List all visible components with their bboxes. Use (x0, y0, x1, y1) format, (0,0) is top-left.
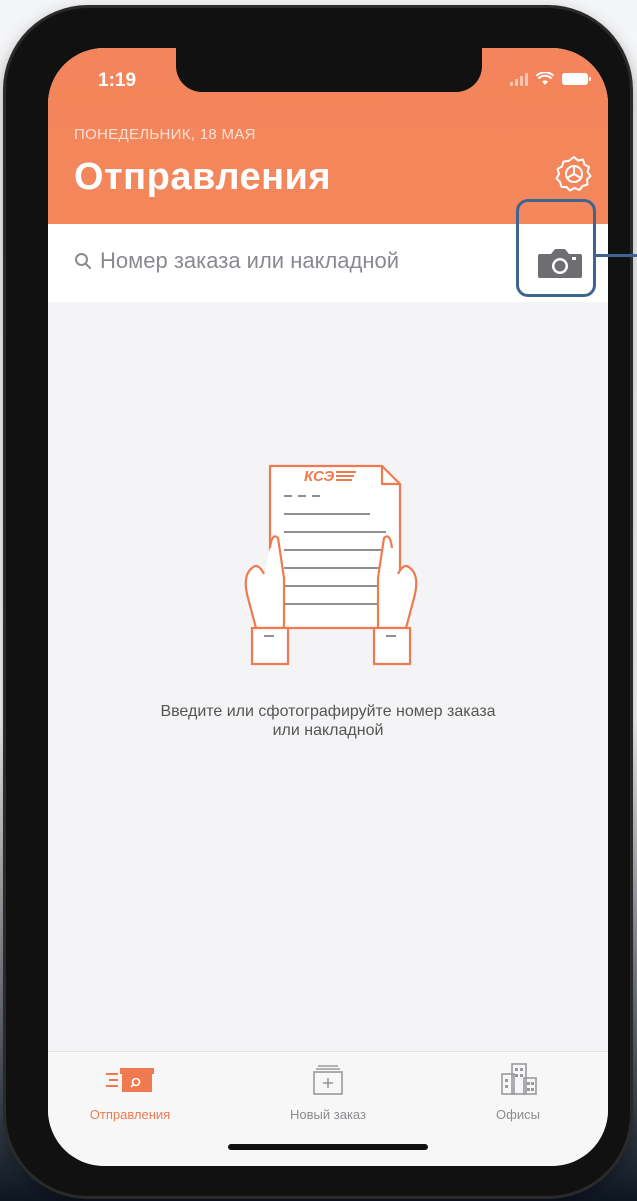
highlight-pointer-line (596, 254, 637, 257)
gear-icon (555, 156, 592, 192)
document-hands-illustration: КСЭ (244, 464, 418, 666)
empty-state-text: Введите или сфотографируйте номер заказа… (88, 702, 568, 740)
notch (176, 48, 482, 92)
tab-label: Офисы (496, 1107, 540, 1122)
tab-new-order[interactable]: Новый заказ (258, 1062, 398, 1136)
buildings-icon (501, 1063, 537, 1095)
doc-logo: КСЭ (304, 468, 334, 485)
search-input[interactable]: Номер заказа или накладной (64, 238, 514, 284)
tab-label: Отправления (89, 1107, 171, 1122)
settings-button[interactable] (554, 154, 594, 194)
empty-state-line-1: Введите или сфотографируйте номер заказа (160, 703, 496, 720)
tab-offices[interactable]: Офисы (448, 1062, 588, 1136)
tab-shipments[interactable]: Отправления (60, 1062, 200, 1136)
phone-frame: 1:19 ПОНЕДЕЛЬНИК, 18 МАЯ Отправления Ном… (6, 8, 630, 1196)
parcel-search-icon (106, 1068, 154, 1092)
wifi-icon (536, 72, 554, 85)
header-date: ПОНЕДЕЛЬНИК, 18 МАЯ (74, 126, 256, 143)
page-title: Отправления (74, 156, 332, 198)
camera-highlight-frame (516, 199, 596, 297)
new-box-icon (313, 1065, 343, 1095)
search-placeholder: Номер заказа или накладной (100, 248, 400, 273)
status-time: 1:19 (98, 70, 137, 91)
home-indicator (228, 1144, 428, 1150)
tab-label: Новый заказ (290, 1107, 366, 1122)
signal-icon (510, 72, 528, 86)
search-icon (75, 253, 91, 269)
battery-icon (562, 73, 591, 85)
status-icons (510, 72, 591, 86)
empty-state-line-2: или накладной (272, 722, 384, 739)
